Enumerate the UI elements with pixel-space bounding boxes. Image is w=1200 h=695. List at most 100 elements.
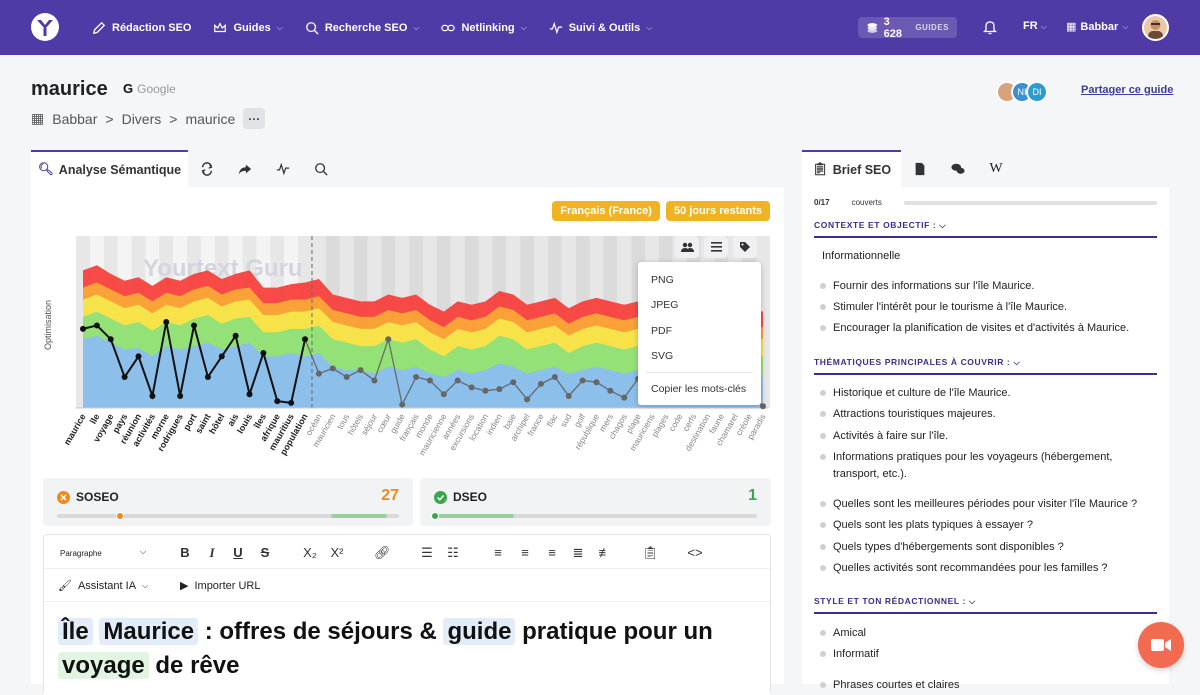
tab-brief-seo[interactable]: 📋︎ Brief SEO: [802, 150, 901, 187]
section-thematiques[interactable]: THÉMATIQUES PRINCIPALES À COUVRIR : ⌵: [814, 357, 1157, 375]
tab-wikipedia[interactable]: W: [977, 150, 1015, 187]
keyword-highlight: Maurice: [99, 618, 199, 645]
close-circle-icon: [57, 490, 70, 504]
copy-keywords[interactable]: Copier les mots-clés: [651, 383, 746, 395]
subscript-icon[interactable]: X₂: [302, 545, 318, 560]
export-jpeg[interactable]: JPEG: [651, 299, 678, 311]
section-style[interactable]: STYLE ET TON RÉDACTIONNEL : ⌵: [814, 596, 1157, 614]
data-point: [177, 392, 184, 399]
import-url-button[interactable]: ▶ Importer URL: [180, 579, 261, 593]
clear-format-icon[interactable]: ≢: [597, 545, 613, 560]
nav-netlinking[interactable]: Netlinking ⌵: [441, 21, 527, 35]
nav-recherche-seo[interactable]: Recherche SEO ⌵: [305, 21, 419, 35]
data-point: [93, 322, 100, 329]
more-options-button[interactable]: ···: [243, 108, 266, 129]
check-circle-icon: [434, 490, 447, 504]
section-contexte[interactable]: CONTEXTE ET OBJECTIF : ⌵: [814, 220, 1157, 238]
tab-share[interactable]: [226, 150, 264, 187]
chevron-down-icon: ⌵: [1040, 22, 1047, 31]
nav-suivi-outils[interactable]: Suivi & Outils ⌵: [549, 21, 652, 35]
tab-comments[interactable]: [939, 150, 977, 187]
data-point: [246, 391, 253, 398]
tab-activity[interactable]: [264, 150, 302, 187]
brief-panel: 📋︎ Brief SEO W 0/17 couverts CONTEXTE ET O…: [802, 150, 1169, 691]
credits-badge[interactable]: 3 628 GUIDES: [858, 16, 957, 40]
list-item: Quelles activités sont recommandées pour…: [820, 560, 1155, 577]
chart-toolbar: [675, 236, 757, 258]
tab-label: Analyse Sémantique: [58, 162, 182, 177]
data-point: [121, 374, 128, 381]
dseo-score-card: DSEO 1: [420, 478, 771, 526]
x-tick-label: louis: [235, 412, 254, 435]
data-point: [149, 392, 156, 399]
tab-analyse-semantique[interactable]: 🔍︎ Analyse Sémantique: [31, 150, 188, 187]
chevron-down-icon: ⌵: [276, 22, 283, 32]
x-tick-label: sud: [558, 412, 574, 429]
video-call-button[interactable]: [1138, 622, 1184, 668]
code-icon[interactable]: <>: [687, 545, 703, 560]
clipboard-icon[interactable]: 📋︎: [642, 545, 659, 561]
comments-icon: [951, 163, 965, 174]
superscript-icon[interactable]: X²: [329, 545, 345, 560]
pen-icon: [92, 21, 106, 34]
tags-icon[interactable]: [733, 236, 757, 258]
align-right-icon[interactable]: ≡: [544, 545, 560, 560]
bold-icon[interactable]: B: [177, 545, 193, 560]
breadcrumb: ▦ Babbar > Divers > maurice ···: [31, 108, 266, 129]
brief-tabs: 📋︎ Brief SEO W: [802, 150, 1169, 187]
data-point: [579, 377, 586, 384]
export-pdf[interactable]: PDF: [651, 325, 672, 337]
nav-guides[interactable]: Guides ⌵: [213, 21, 283, 35]
account-selector[interactable]: ▦ Babbar ⌵: [1066, 20, 1128, 34]
content-heading-line1: Île Maurice : offres de séjours & guide …: [58, 618, 713, 646]
menu-icon[interactable]: [704, 236, 728, 258]
editor-content[interactable]: Île Maurice : offres de séjours & guide …: [44, 601, 770, 695]
link-icon: [441, 24, 456, 31]
list-item: Phrases courtes et claires: [820, 677, 1155, 694]
logo-icon[interactable]: [30, 12, 60, 42]
tab-sync[interactable]: [188, 150, 226, 187]
nav-label: Suivi & Outils: [568, 21, 641, 34]
language-selector[interactable]: FR ⌵: [1023, 20, 1047, 32]
underline-icon[interactable]: U: [230, 545, 246, 560]
numbered-list-icon[interactable]: ☷: [445, 545, 461, 561]
soseo-optimal-zone: [331, 514, 387, 518]
section-title: THÉMATIQUES PRINCIPALES À COUVRIR :: [814, 357, 1011, 367]
data-point: [288, 399, 295, 406]
building-icon: ▦: [31, 110, 45, 126]
data-point: [315, 370, 322, 377]
tab-search[interactable]: [302, 150, 340, 187]
crown-icon: [214, 21, 227, 32]
breadcrumb-item[interactable]: Babbar: [52, 111, 97, 127]
bell-icon[interactable]: [983, 19, 997, 35]
assistant-ia-button[interactable]: 🖌︎ Assistant IA ⌵: [58, 579, 148, 593]
chevron-down-icon: ⌵: [968, 596, 976, 606]
bullet-list-icon[interactable]: ☰: [419, 545, 435, 561]
nav-redaction-seo[interactable]: Rédaction SEO: [92, 21, 191, 35]
share-guide-link[interactable]: Partager ce guide: [1081, 84, 1173, 96]
strikethrough-icon[interactable]: S: [257, 545, 273, 560]
data-point: [440, 391, 447, 398]
breadcrumb-item[interactable]: Divers: [122, 111, 162, 127]
italic-icon[interactable]: I: [204, 545, 220, 561]
align-left-icon[interactable]: ≡: [490, 545, 506, 560]
data-point: [329, 365, 336, 372]
dseo-value: 1: [748, 487, 757, 504]
paragraph-select[interactable]: Paragraphe ⌵: [60, 547, 150, 559]
export-svg[interactable]: SVG: [651, 350, 673, 362]
data-point: [565, 392, 572, 399]
data-point: [496, 386, 503, 393]
keyword-highlight: Île: [58, 618, 93, 645]
play-icon: ▶: [180, 580, 189, 592]
tab-document[interactable]: [901, 150, 939, 187]
list-item: Activités à faire sur l'île.: [820, 428, 1155, 445]
align-center-icon[interactable]: ≡: [517, 545, 533, 560]
users-icon[interactable]: [675, 236, 699, 258]
import-label: Importer URL: [194, 579, 261, 592]
align-justify-icon[interactable]: ≣: [570, 545, 586, 561]
export-png[interactable]: PNG: [651, 274, 674, 286]
data-point: [399, 401, 406, 408]
export-menu: PNG JPEG PDF SVG Copier les mots-clés: [638, 262, 761, 405]
user-avatar[interactable]: [1142, 14, 1169, 41]
link-icon[interactable]: 🔗︎: [374, 545, 391, 561]
